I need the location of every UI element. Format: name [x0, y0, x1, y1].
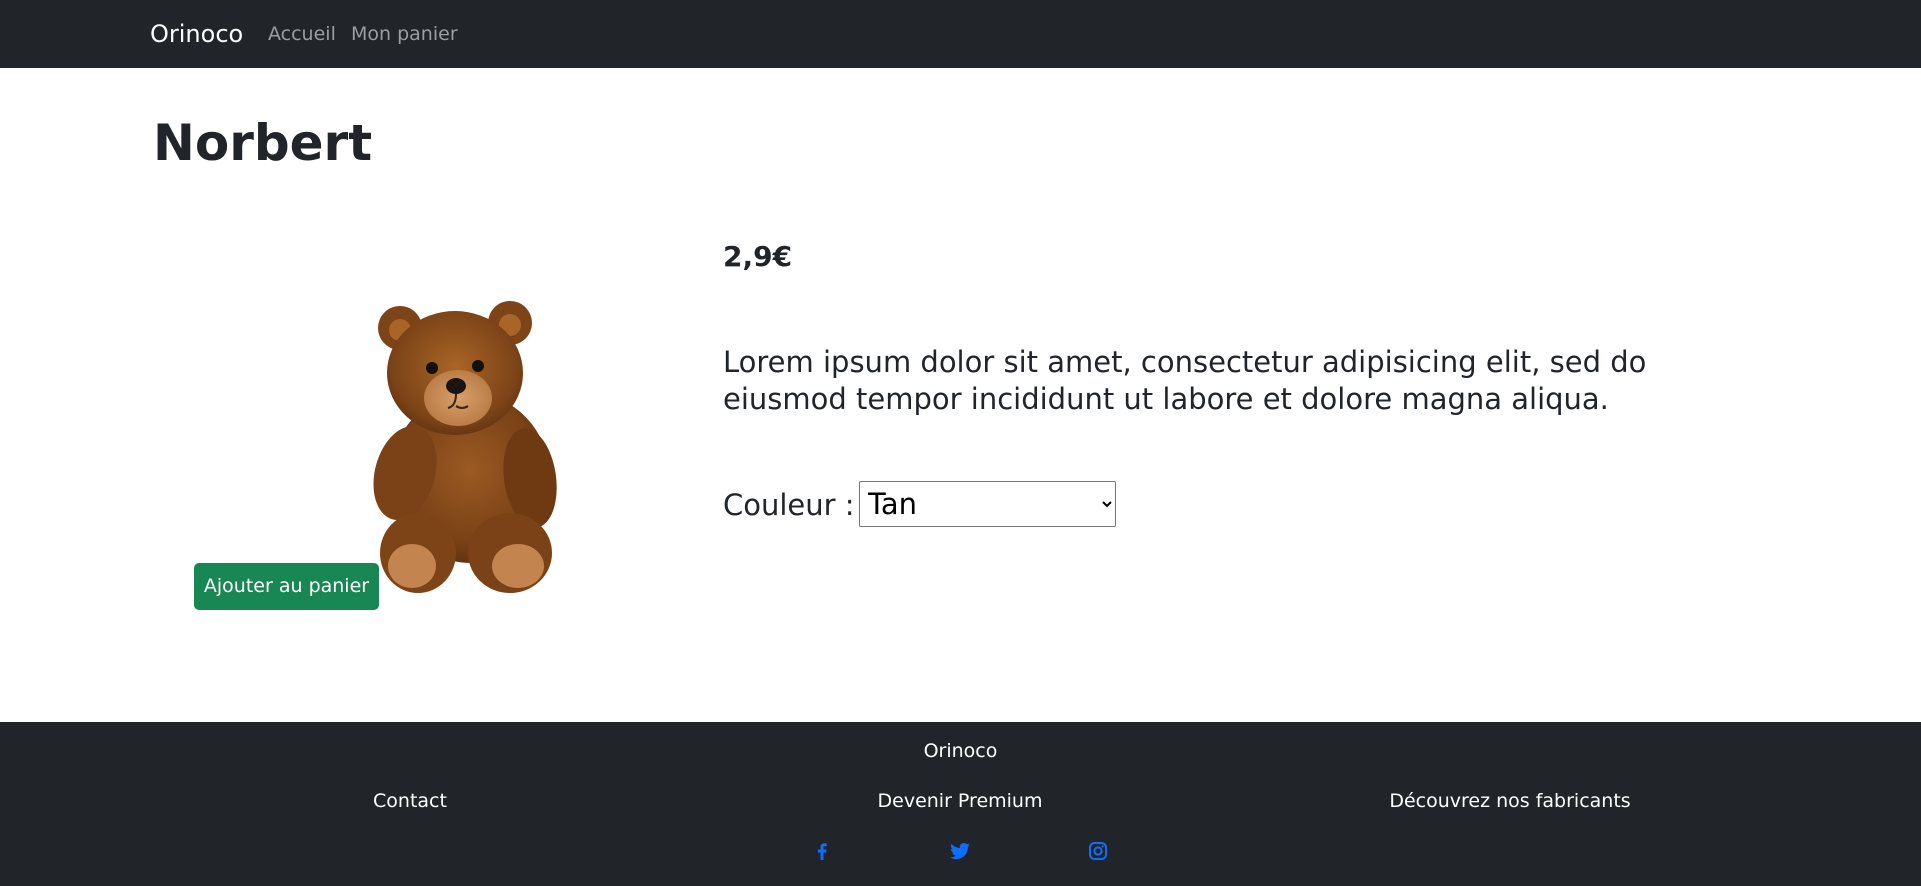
- teddy-bear-illustration: [373, 301, 557, 593]
- twitter-icon[interactable]: [948, 839, 972, 863]
- product-description: Lorem ipsum dolor sit amet, consectetur …: [723, 345, 1647, 416]
- footer-link-manufacturers[interactable]: Découvrez nos fabricants: [1210, 789, 1810, 813]
- footer-link-contact[interactable]: Contact: [110, 789, 710, 813]
- footer-brand: Orinoco: [923, 740, 998, 762]
- instagram-icon[interactable]: [1086, 839, 1110, 863]
- product-name: Norbert: [153, 114, 373, 172]
- color-select[interactable]: Tan: [859, 481, 1116, 527]
- product-page: Norbert Ajouter au panier 2,9€ Lorem ips…: [0, 68, 1921, 722]
- nav-link-cart[interactable]: Mon panier: [351, 22, 458, 46]
- site-footer: Orinoco Contact Devenir Premium Découvre…: [0, 722, 1921, 886]
- footer-link-premium[interactable]: Devenir Premium: [660, 789, 1260, 813]
- top-navbar: Orinoco Accueil Mon panier: [0, 0, 1921, 68]
- nav-link-home[interactable]: Accueil: [268, 22, 336, 46]
- product-price: 2,9€: [723, 240, 793, 273]
- brand-link[interactable]: Orinoco: [150, 18, 243, 50]
- product-image: [330, 248, 600, 613]
- color-label: Couleur :: [723, 488, 855, 522]
- facebook-icon[interactable]: [810, 839, 834, 863]
- add-to-cart-button[interactable]: Ajouter au panier: [194, 563, 379, 610]
